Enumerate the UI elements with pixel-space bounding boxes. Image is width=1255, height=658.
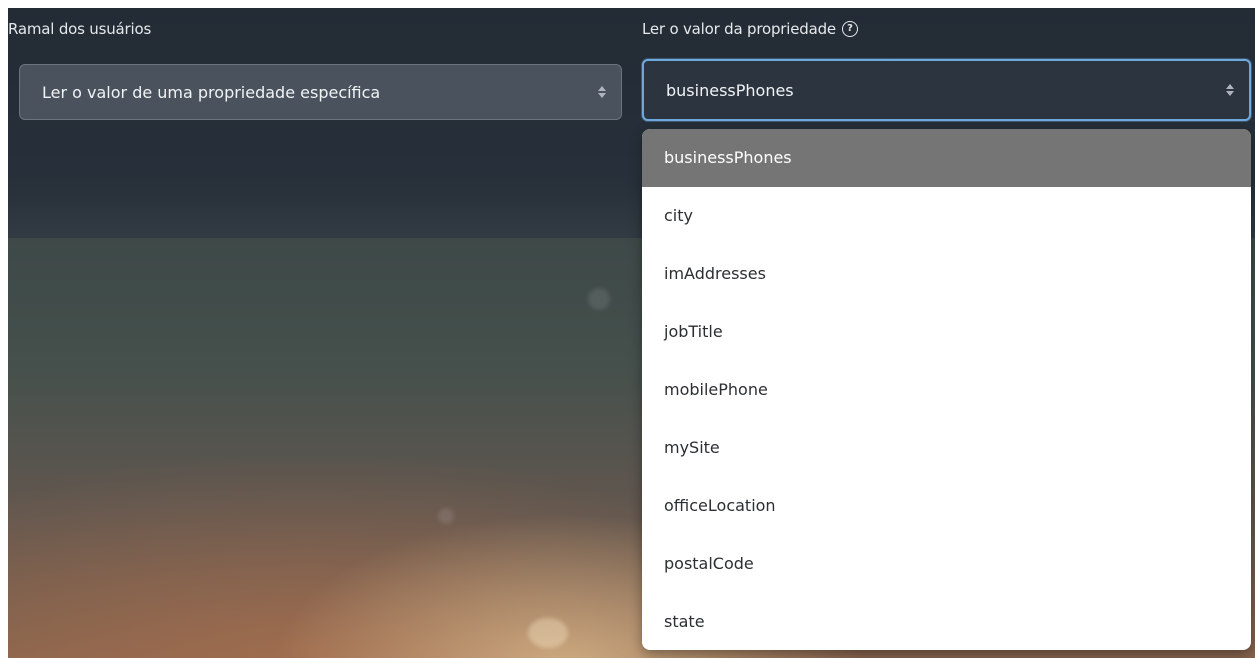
- background-bokeh: [588, 288, 610, 310]
- property-value-label: Ler o valor da propriedade ?: [642, 20, 858, 38]
- dropdown-option-city[interactable]: city: [642, 187, 1251, 245]
- dropdown-option-mobilephone[interactable]: mobilePhone: [642, 361, 1251, 419]
- dropdown-option-postalcode[interactable]: postalCode: [642, 535, 1251, 593]
- extension-mode-select[interactable]: Ler o valor de uma propriedade específic…: [19, 64, 622, 120]
- property-value-label-text: Ler o valor da propriedade: [642, 20, 836, 38]
- sort-updown-icon: [1226, 84, 1234, 96]
- background-bokeh: [528, 618, 568, 648]
- dropdown-option-state[interactable]: state: [642, 593, 1251, 650]
- user-extension-label: Ramal dos usuários: [8, 20, 151, 38]
- user-extension-label-text: Ramal dos usuários: [8, 20, 152, 38]
- dropdown-option-businessphones[interactable]: businessPhones: [642, 129, 1251, 187]
- dropdown-option-imaddresses[interactable]: imAddresses: [642, 245, 1251, 303]
- extension-mode-select-value: Ler o valor de uma propriedade específic…: [42, 82, 381, 102]
- dropdown-option-jobtitle[interactable]: jobTitle: [642, 303, 1251, 361]
- sort-updown-icon: [598, 86, 606, 98]
- dropdown-option-mysite[interactable]: mySite: [642, 419, 1251, 477]
- property-dropdown-list: businessPhones city imAddresses jobTitle…: [642, 129, 1251, 650]
- background-scene: Ramal dos usuários Ler o valor da propri…: [8, 8, 1255, 658]
- help-circle-icon[interactable]: ?: [841, 21, 858, 37]
- property-select-value: businessPhones: [666, 80, 794, 100]
- background-bokeh: [438, 508, 454, 524]
- property-select[interactable]: businessPhones: [642, 59, 1251, 121]
- dropdown-option-officelocation[interactable]: officeLocation: [642, 477, 1251, 535]
